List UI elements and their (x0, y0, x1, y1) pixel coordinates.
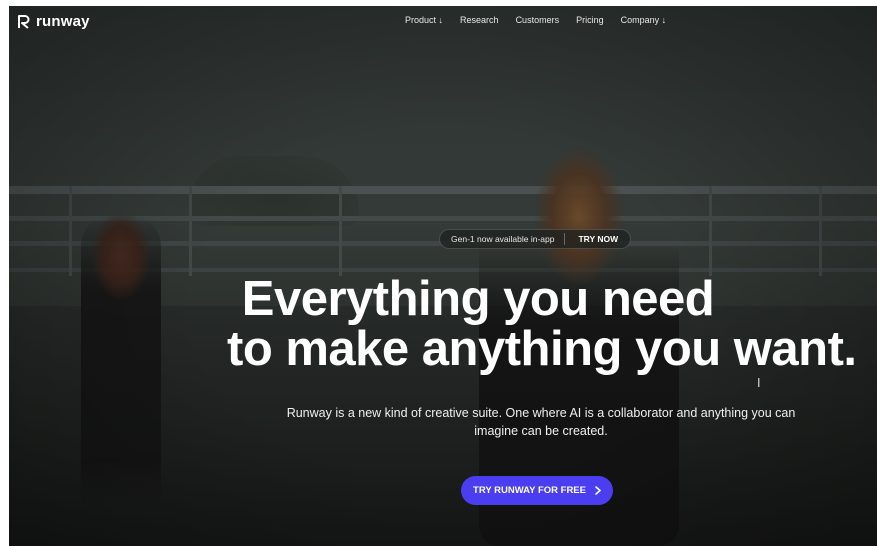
hero-video-background: runway Product ↓ Research Customers Pric… (9, 6, 877, 546)
logo-text: runway (36, 13, 90, 30)
headline-line-2: to make anything you want. (227, 322, 857, 376)
nav-item-research[interactable]: Research (460, 15, 499, 25)
nav-item-product[interactable]: Product ↓ (405, 15, 443, 25)
nav-item-pricing[interactable]: Pricing (576, 15, 604, 25)
announcement-pill[interactable]: Gen-1 now available in-app TRY NOW (439, 229, 632, 249)
site-header: runway Product ↓ Research Customers Pric… (9, 6, 877, 36)
chevron-right-icon (595, 486, 601, 495)
try-now-link[interactable]: TRY NOW (565, 234, 630, 244)
hero-subtext: Runway is a new kind of creative suite. … (286, 406, 796, 438)
announcement-text: Gen-1 now available in-app (451, 234, 555, 244)
text-cursor-icon: I (757, 376, 761, 390)
hero-headline: Everything you need to make anything you… (9, 274, 877, 374)
cta-label: TRY RUNWAY FOR FREE (473, 485, 586, 496)
headline-line-1: Everything you need (241, 272, 715, 326)
runway-logo[interactable]: runway (17, 13, 90, 30)
nav-item-customers[interactable]: Customers (516, 15, 560, 25)
nav-item-company[interactable]: Company ↓ (621, 15, 667, 25)
runway-logo-icon (18, 14, 30, 29)
try-runway-free-button[interactable]: TRY RUNWAY FOR FREE (461, 476, 613, 505)
main-nav: Product ↓ Research Customers Pricing Com… (405, 15, 666, 25)
